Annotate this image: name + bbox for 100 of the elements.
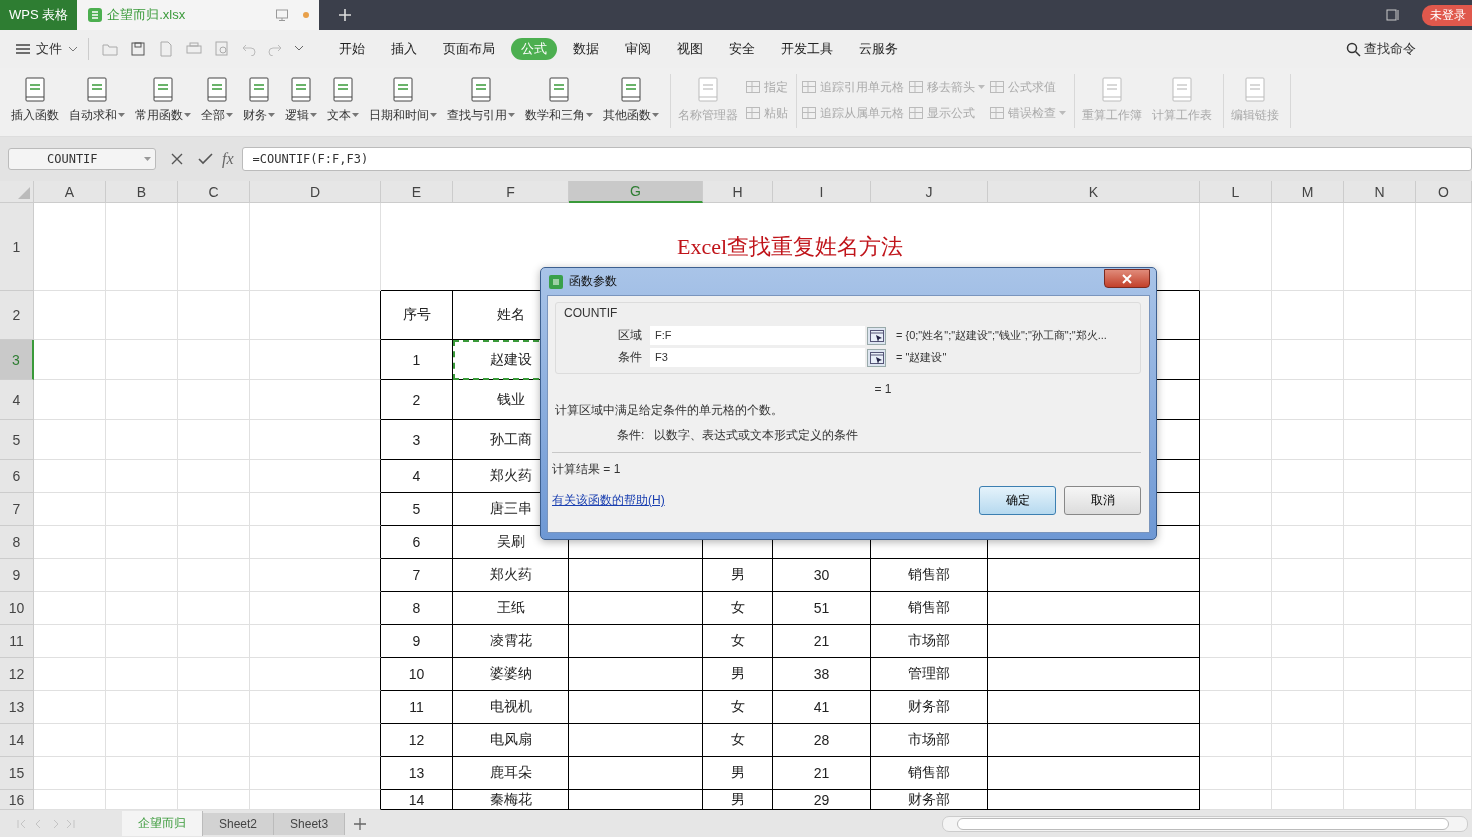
ribbon-button[interactable]: 文本 xyxy=(324,76,362,124)
document-icon xyxy=(247,76,271,103)
column-header[interactable]: L xyxy=(1200,181,1272,203)
table-cell: 凌霄花 xyxy=(453,625,569,658)
cancel-button[interactable]: 取消 xyxy=(1064,486,1141,515)
table-cell xyxy=(34,380,106,420)
row-header[interactable]: 2 xyxy=(0,291,34,340)
window-icon[interactable] xyxy=(1386,8,1400,22)
undo-icon[interactable] xyxy=(242,42,256,56)
column-header[interactable]: B xyxy=(106,181,178,203)
ribbon-tab[interactable]: 审阅 xyxy=(615,38,661,60)
table-cell xyxy=(1344,493,1416,526)
monitor-icon[interactable] xyxy=(275,8,290,22)
formula-input[interactable]: =COUNTIF(F:F,F3) xyxy=(241,147,1472,171)
caret-icon xyxy=(268,113,275,117)
range-picker-button[interactable] xyxy=(867,348,886,367)
ribbon-tab[interactable]: 插入 xyxy=(381,38,427,60)
ribbon-tab[interactable]: 页面布局 xyxy=(433,38,505,60)
chevron-icon[interactable] xyxy=(68,46,78,52)
ribbon-tab[interactable]: 开始 xyxy=(329,38,375,60)
row-header[interactable]: 14 xyxy=(0,724,34,757)
sheet-tab[interactable]: Sheet2 xyxy=(203,812,275,835)
name-box[interactable]: COUNTIF xyxy=(8,148,156,170)
table-cell xyxy=(1272,526,1344,559)
file-menu[interactable]: 文件 xyxy=(36,40,62,58)
ribbon-button[interactable]: 日期和时间 xyxy=(366,76,440,124)
folder-icon[interactable] xyxy=(102,42,118,56)
table-cell: 市场部 xyxy=(871,625,988,658)
row-header[interactable]: 13 xyxy=(0,691,34,724)
pdf-icon[interactable] xyxy=(158,41,174,57)
ribbon-button[interactable]: 自动求和 xyxy=(66,76,128,124)
column-header[interactable]: C xyxy=(178,181,250,203)
column-header[interactable]: E xyxy=(381,181,453,203)
input-field[interactable]: F3 xyxy=(650,348,865,367)
row-header[interactable]: 6 xyxy=(0,460,34,493)
ribbon-button[interactable]: 逻辑 xyxy=(282,76,320,124)
confirm-icon[interactable] xyxy=(198,152,214,166)
print-icon[interactable] xyxy=(186,41,202,57)
table-cell xyxy=(1272,420,1344,460)
table-cell: 管理部 xyxy=(871,658,988,691)
ribbon-button[interactable]: 查找与引用 xyxy=(444,76,518,124)
table-cell: 11 xyxy=(381,691,453,724)
sheet-tab[interactable]: Sheet3 xyxy=(274,812,346,835)
column-header[interactable]: D xyxy=(250,181,381,203)
ribbon-button[interactable]: 其他函数 xyxy=(600,76,662,124)
input-field[interactable]: F:F xyxy=(650,326,865,345)
row-header[interactable]: 5 xyxy=(0,420,34,460)
redo-icon[interactable] xyxy=(268,42,282,56)
table-cell: 郑火药 xyxy=(453,559,569,592)
search-command[interactable]: 查找命令 xyxy=(1364,40,1416,58)
ribbon-tab[interactable]: 数据 xyxy=(563,38,609,60)
ribbon-tab[interactable]: 开发工具 xyxy=(771,38,843,60)
row-header[interactable]: 7 xyxy=(0,493,34,526)
row-header[interactable]: 11 xyxy=(0,625,34,658)
menu-icon[interactable] xyxy=(16,43,30,55)
table-cell: 7 xyxy=(381,559,453,592)
save-icon[interactable] xyxy=(130,41,146,57)
app-tab[interactable]: WPS 表格 xyxy=(0,0,78,30)
ribbon-button[interactable]: 全部 xyxy=(198,76,236,124)
column-header[interactable]: J xyxy=(871,181,988,203)
table-cell xyxy=(1272,625,1344,658)
add-sheet-icon[interactable] xyxy=(353,816,368,831)
ribbon-button[interactable]: 插入函数 xyxy=(8,76,62,124)
row-header[interactable]: 8 xyxy=(0,526,34,559)
row-header[interactable]: 9 xyxy=(0,559,34,592)
login-badge[interactable]: 未登录 xyxy=(1422,4,1472,26)
caret-icon[interactable] xyxy=(294,45,304,53)
search-icon[interactable] xyxy=(1346,41,1361,57)
cancel-icon[interactable] xyxy=(170,152,184,166)
preview-icon[interactable] xyxy=(214,41,230,57)
column-header[interactable]: F xyxy=(453,181,569,203)
row-header[interactable]: 10 xyxy=(0,592,34,625)
ribbon-button[interactable]: 数学和三角 xyxy=(522,76,596,124)
column-header[interactable]: N xyxy=(1344,181,1416,203)
ribbon-button[interactable]: 常用函数 xyxy=(132,76,194,124)
row-header[interactable]: 4 xyxy=(0,380,34,420)
row-header[interactable]: 12 xyxy=(0,658,34,691)
row-header[interactable]: 1 xyxy=(0,203,34,291)
table-cell xyxy=(34,420,106,460)
ok-button[interactable]: 确定 xyxy=(979,486,1056,515)
column-header[interactable]: M xyxy=(1272,181,1344,203)
row-header[interactable]: 15 xyxy=(0,757,34,790)
column-header[interactable]: A xyxy=(34,181,106,203)
column-header[interactable]: K xyxy=(988,181,1200,203)
ribbon-tab[interactable]: 安全 xyxy=(719,38,765,60)
ribbon-tab[interactable]: 云服务 xyxy=(849,38,908,60)
ribbon-button[interactable]: 财务 xyxy=(240,76,278,124)
ribbon-tab[interactable]: 视图 xyxy=(667,38,713,60)
horizontal-scrollbar[interactable] xyxy=(942,815,1468,832)
close-button[interactable] xyxy=(1104,269,1150,288)
row-header[interactable]: 16 xyxy=(0,790,34,810)
table-cell xyxy=(1200,658,1272,691)
column-header[interactable]: I xyxy=(773,181,871,203)
column-header[interactable]: O xyxy=(1416,181,1472,203)
new-tab-icon[interactable] xyxy=(337,7,354,23)
range-picker-button[interactable] xyxy=(867,326,886,345)
table-cell: 3 xyxy=(381,420,453,460)
column-header[interactable]: H xyxy=(703,181,773,203)
insert-function-button[interactable]: fx xyxy=(222,150,234,168)
table-cell xyxy=(1344,420,1416,460)
